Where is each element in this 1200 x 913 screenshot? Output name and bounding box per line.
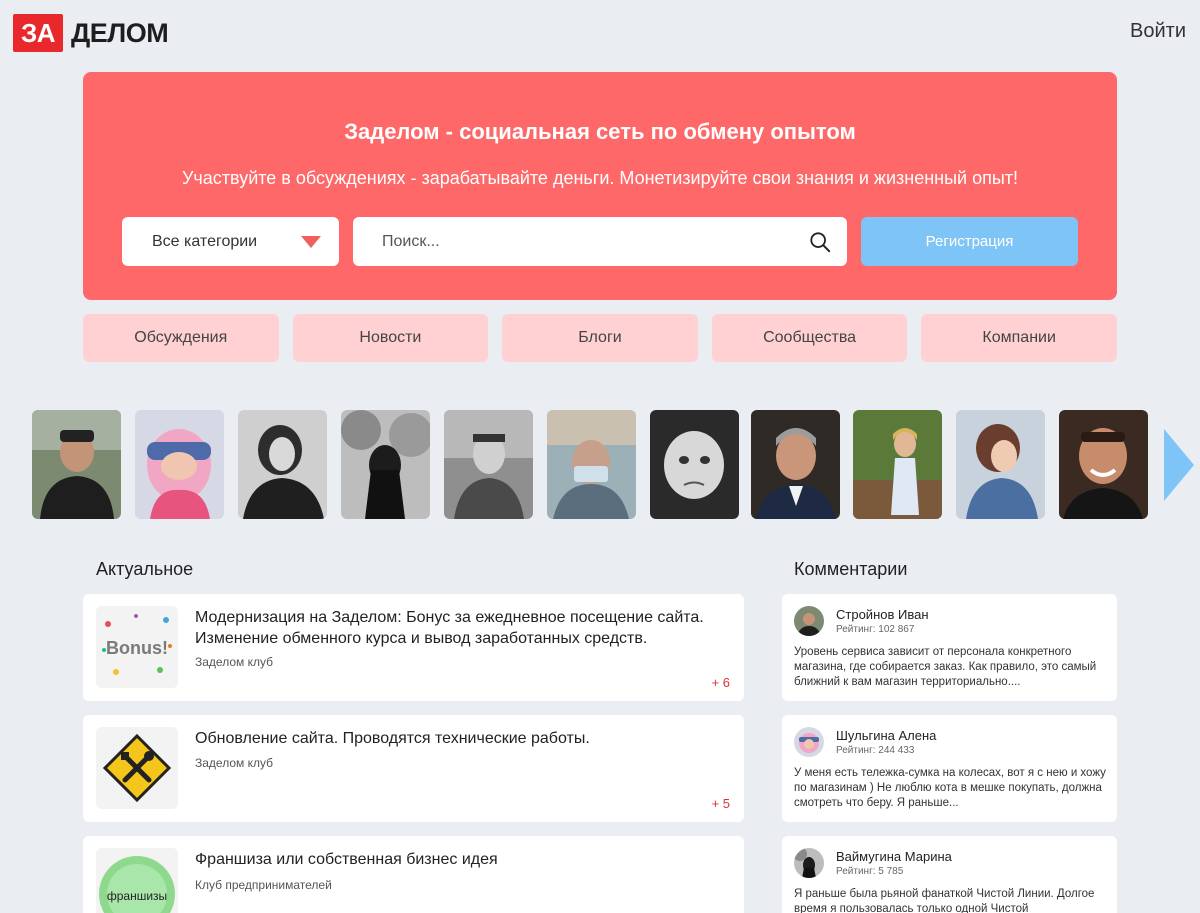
comment-text: У меня есть тележка-сумка на колесах, во… — [794, 767, 1106, 809]
section-title-comments: Комментарии — [794, 559, 908, 579]
user-avatar-photo[interactable] — [444, 410, 533, 519]
user-avatar-photo[interactable] — [135, 410, 224, 519]
search-icon[interactable] — [809, 231, 831, 253]
post-thumbnail-bonus: Bonus! — [96, 606, 178, 688]
post-reply-count: + 5 — [711, 796, 730, 811]
post-card[interactable]: франшизы Франшиза или собственная бизнес… — [83, 836, 744, 913]
user-avatar-strip — [32, 410, 1200, 520]
post-card[interactable]: Bonus! Модернизация на Заделом: Бонус за… — [83, 594, 744, 701]
commenter-name[interactable]: Шульгина Алена — [836, 728, 936, 743]
caret-down-icon — [301, 236, 321, 248]
tab-discussions[interactable]: Обсуждения — [83, 314, 279, 362]
user-avatar-photo[interactable] — [956, 410, 1045, 519]
comment-text: Уровень сервиса зависит от персонала кон… — [794, 646, 1097, 688]
user-avatar-photo[interactable] — [32, 410, 121, 519]
comment-text: Я раньше была рьяной фанаткой Чистой Лин… — [794, 888, 1095, 913]
comment-card[interactable]: Шульгина Алена Рейтинг: 244 433 У меня е… — [782, 715, 1117, 822]
logo-wordmark: ДЕЛОМ — [71, 17, 169, 48]
logo-mark: ЗА — [13, 14, 63, 52]
user-avatar-photo[interactable] — [341, 410, 430, 519]
header: ЗА ДЕЛОМ Войти — [0, 0, 1200, 64]
section-title-actual: Актуальное — [96, 559, 194, 579]
carousel-next-arrow-icon[interactable] — [1164, 429, 1194, 501]
search-box — [353, 217, 847, 266]
user-avatar-photo[interactable] — [238, 410, 327, 519]
user-avatar-photo[interactable] — [853, 410, 942, 519]
hero-banner: Заделом - социальная сеть по обмену опыт… — [83, 72, 1117, 300]
tab-blogs[interactable]: Блоги — [502, 314, 698, 362]
login-link[interactable]: Войти — [1130, 20, 1186, 43]
commenter-name[interactable]: Ваймугина Марина — [836, 849, 952, 864]
category-tabs: Обсуждения Новости Блоги Сообщества Комп… — [83, 314, 1117, 362]
user-avatar-photo[interactable] — [751, 410, 840, 519]
category-select[interactable]: Все категории — [122, 217, 339, 266]
hero-subtitle: Участвуйте в обсуждениях - зарабатывайте… — [181, 168, 1019, 188]
post-thumbnail-tools — [96, 727, 178, 809]
comment-card[interactable]: Стройнов Иван Рейтинг: 102 867 Уровень с… — [782, 594, 1117, 701]
user-avatar-photo[interactable] — [650, 410, 739, 519]
site-logo[interactable]: ЗА ДЕЛОМ — [13, 14, 169, 52]
category-select-value: Все категории — [152, 232, 258, 250]
search-input[interactable] — [353, 217, 793, 266]
post-title[interactable]: Франшиза или собственная бизнес идея — [195, 849, 735, 870]
commenter-name[interactable]: Стройнов Иван — [836, 607, 929, 622]
svg-text:франшизы: франшизы — [107, 889, 167, 903]
user-avatar-photo[interactable] — [547, 410, 636, 519]
tab-communities[interactable]: Сообщества — [711, 314, 908, 362]
post-card[interactable]: Обновление сайта. Проводятся технические… — [83, 715, 744, 822]
post-title[interactable]: Модернизация на Заделом: Бонус за ежедне… — [195, 607, 735, 649]
post-group-name[interactable]: Заделом клуб — [195, 756, 273, 770]
post-reply-count: + 6 — [711, 675, 730, 690]
post-group-name[interactable]: Заделом клуб — [195, 655, 273, 669]
tab-news[interactable]: Новости — [292, 314, 489, 362]
commenter-rating: Рейтинг: 102 867 — [836, 624, 915, 635]
svg-text:Bonus!: Bonus! — [106, 638, 168, 658]
hero-title: Заделом - социальная сеть по обмену опыт… — [344, 119, 856, 144]
user-avatar-photo[interactable] — [1059, 410, 1148, 519]
comment-card[interactable]: Ваймугина Марина Рейтинг: 5 785 Я раньше… — [782, 836, 1117, 913]
post-group-name[interactable]: Клуб предпринимателей — [195, 878, 332, 892]
commenter-avatar[interactable] — [794, 606, 824, 636]
register-button[interactable]: Регистрация — [861, 217, 1078, 266]
commenter-avatar[interactable] — [794, 848, 824, 878]
commenter-rating: Рейтинг: 244 433 — [836, 745, 915, 756]
commenter-rating: Рейтинг: 5 785 — [836, 866, 904, 877]
post-title[interactable]: Обновление сайта. Проводятся технические… — [195, 728, 735, 749]
post-thumbnail-franchise: франшизы — [96, 848, 178, 913]
commenter-avatar[interactable] — [794, 727, 824, 757]
tab-companies[interactable]: Компании — [921, 314, 1117, 362]
